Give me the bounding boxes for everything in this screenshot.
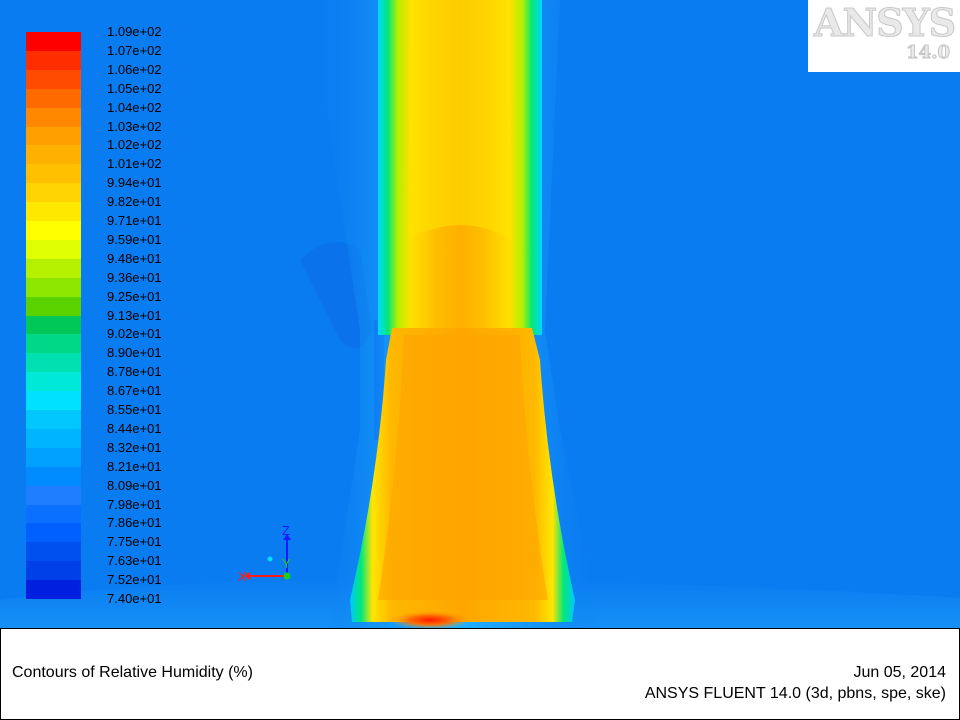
- logo-version-text: 14.0: [906, 42, 951, 64]
- colorbar-swatch: [26, 334, 81, 354]
- colorbar-tick-label: 1.02e+02: [107, 137, 162, 153]
- colorbar-swatch: [26, 580, 81, 600]
- colorbar-tick-label: 1.09e+02: [107, 24, 162, 39]
- colorbar-swatch: [26, 145, 81, 165]
- info-panel: Contours of Relative Humidity (%) Jun 05…: [0, 628, 960, 720]
- colorbar-swatch: [26, 126, 81, 146]
- colorbar-swatch: [26, 561, 81, 581]
- colorbar-swatch: [26, 221, 81, 240]
- colorbar-tick-label: 7.40e+01: [107, 591, 162, 606]
- colorbar-tick-label: 8.32e+01: [107, 439, 162, 455]
- plot-date: Jun 05, 2014: [853, 664, 946, 681]
- colorbar-tick-label: 1.04e+02: [107, 99, 162, 115]
- colorbar-swatch: [26, 50, 81, 70]
- colorbar-swatch: [26, 410, 81, 429]
- colorbar-tick-label: 9.36e+01: [107, 269, 162, 285]
- colorbar-tick-label: 1.03e+02: [107, 118, 162, 134]
- colorbar-tick-label: 1.06e+02: [107, 61, 162, 77]
- colorbar-swatch: [26, 485, 81, 505]
- colorbar-tick-label: 9.82e+01: [107, 194, 162, 210]
- colorbar-swatch: [26, 428, 81, 448]
- colorbar-swatch: [26, 315, 81, 335]
- colorbar-tick-label: 1.05e+02: [107, 80, 162, 96]
- logo-brand-text: ANSYS: [813, 0, 956, 46]
- colorbar-tick-label: 8.78e+01: [107, 364, 162, 380]
- ansys-logo: ANSYS 14.0: [808, 0, 960, 72]
- plot-title: Contours of Relative Humidity (%): [12, 664, 253, 681]
- colorbar-tick-label: 8.67e+01: [107, 383, 162, 399]
- colorbar-swatch: [26, 32, 81, 51]
- colorbar-tick-label: 8.44e+01: [107, 420, 162, 436]
- colorbar-tick-label: 8.55e+01: [107, 402, 162, 417]
- colorbar-swatch: [26, 447, 81, 467]
- colorbar-tick-label: 8.09e+01: [107, 477, 162, 493]
- colorbar-swatch: [26, 277, 81, 297]
- colorbar-swatch: [26, 88, 81, 108]
- colorbar-swatch: [26, 164, 81, 184]
- colorbar-swatch: [26, 296, 81, 316]
- colorbar-swatch: [26, 239, 81, 259]
- colorbar-tick-label: 7.75e+01: [107, 534, 162, 550]
- colorbar-tick-label: 7.52e+01: [107, 572, 162, 588]
- colorbar-tick-label: 1.07e+02: [107, 42, 162, 58]
- colorbar-swatch: [26, 391, 81, 411]
- triad-origin-dot: [267, 556, 273, 562]
- colorbar-tick-label: 9.59e+01: [107, 231, 162, 247]
- colorbar-swatch: [26, 202, 81, 222]
- colorbar-swatch: [26, 466, 81, 486]
- colorbar-swatch: [26, 523, 81, 543]
- colorbar-swatch: [26, 107, 81, 127]
- colorbar-swatch: [26, 258, 81, 278]
- colorbar-tick-label: 9.02e+01: [107, 326, 162, 342]
- stack-core-yellow: [408, 0, 512, 240]
- colorbar-swatch: [26, 353, 81, 373]
- colorbar-tick-label: 7.86e+01: [107, 515, 162, 531]
- colorbar-tick-label: 9.94e+01: [107, 175, 162, 191]
- colorbar-tick-label: 9.25e+01: [107, 288, 162, 304]
- solver-info: ANSYS FLUENT 14.0 (3d, pbns, spe, ske): [644, 685, 946, 702]
- y-axis-point: [283, 572, 291, 580]
- colorbar-swatch: [26, 183, 81, 203]
- z-axis-label: Z: [282, 523, 290, 538]
- colorbar-tick-label: 7.63e+01: [107, 553, 162, 569]
- colorbar-tick-label: 8.21e+01: [107, 458, 162, 474]
- axis-triad[interactable]: X Z Y: [230, 520, 310, 600]
- contour-viewport[interactable]: 1.09e+02 1.07e+02 1.06e+02 1.05e+02 1.04e+02…: [0, 0, 960, 628]
- colorbar-swatch: [26, 504, 81, 524]
- colorbar-swatch: [26, 69, 81, 89]
- colorbar-tick-label: 9.48e+01: [107, 250, 162, 266]
- y-axis-label: Y: [282, 556, 291, 571]
- colorbar-legend: [26, 32, 81, 600]
- colorbar-tick-label: 9.71e+01: [107, 213, 162, 228]
- colorbar-tick-label: 1.01e+02: [107, 156, 162, 172]
- colorbar-tick-label: 7.98e+01: [107, 496, 162, 512]
- x-axis-label: X: [238, 569, 247, 584]
- colorbar-tick-label: 8.90e+01: [107, 345, 162, 361]
- colorbar-swatch: [26, 542, 81, 562]
- colorbar-tick-label: 9.13e+01: [107, 307, 162, 323]
- colorbar-swatch: [26, 372, 81, 392]
